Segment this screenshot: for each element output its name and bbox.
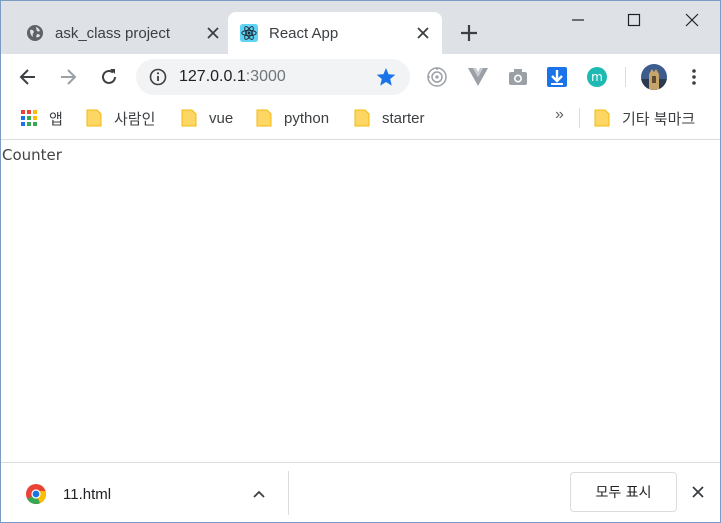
folder-icon <box>256 109 272 127</box>
bookmark-folder-starter[interactable]: starter <box>354 107 425 129</box>
bookmark-label: 기타 북마크 <box>622 110 696 128</box>
show-all-downloads-button[interactable]: 모두 표시 <box>570 472 677 512</box>
vue-devtools-icon <box>468 68 488 86</box>
browser-menu-button[interactable] <box>680 63 708 91</box>
new-tab-button[interactable] <box>458 22 480 44</box>
close-tab-icon[interactable] <box>414 24 432 42</box>
address-bar[interactable]: 127.0.0.1:3000 <box>136 59 410 95</box>
tab-strip: ask_class project React App <box>0 0 721 54</box>
reload-icon <box>102 69 116 84</box>
tab-react-app[interactable]: React App <box>228 12 442 54</box>
close-tab-icon[interactable] <box>204 24 222 42</box>
m-extension-button[interactable]: m <box>585 65 609 89</box>
target-extension-icon <box>427 67 447 87</box>
minimize-button[interactable] <box>566 8 590 32</box>
bookmarks-bar: 앱 사람인 vue python starter » 기타 북마크 <box>0 100 721 140</box>
svg-text:m: m <box>591 70 603 84</box>
maximize-button[interactable] <box>622 8 646 32</box>
maximize-icon <box>627 13 641 27</box>
browser-toolbar: 127.0.0.1:3000 m <box>0 54 721 100</box>
vue-devtools-button[interactable] <box>466 65 490 89</box>
avatar-icon <box>641 64 667 90</box>
download-shelf: 11.html 모두 표시 <box>0 462 721 523</box>
chrome-file-icon <box>26 484 47 505</box>
close-icon <box>692 486 704 498</box>
minimize-icon <box>572 19 584 21</box>
tab-title: React App <box>269 24 339 42</box>
toolbar-divider <box>625 67 626 87</box>
window-close-button[interactable] <box>680 8 704 32</box>
close-download-shelf-button[interactable] <box>687 481 709 503</box>
bookmark-apps[interactable]: 앱 <box>21 107 63 129</box>
bookmark-label: starter <box>382 109 425 127</box>
chevron-up-icon <box>253 490 265 498</box>
folder-icon <box>181 109 197 127</box>
bookmark-folder-vue[interactable]: vue <box>181 107 233 129</box>
back-arrow-icon <box>19 69 35 85</box>
counter-text: Counter <box>2 146 62 164</box>
bookmark-star-icon[interactable] <box>375 66 397 88</box>
download-options-button[interactable] <box>247 482 271 506</box>
more-vertical-icon <box>692 69 696 85</box>
url-host: 127.0.0.1 <box>179 68 246 85</box>
close-icon <box>685 13 699 27</box>
url-port: :3000 <box>245 68 286 85</box>
info-icon[interactable] <box>149 68 167 86</box>
bookmarks-overflow-button[interactable]: » <box>555 106 564 124</box>
download-file-name: 11.html <box>63 485 112 503</box>
bookmark-folder-python[interactable]: python <box>256 107 329 129</box>
globe-icon <box>26 24 44 42</box>
profile-avatar[interactable] <box>640 63 668 91</box>
bookmark-label: vue <box>209 109 234 127</box>
download-item[interactable]: 11.html <box>20 473 285 515</box>
bookmark-label: 앱 <box>49 110 63 128</box>
tab-ask-class-project[interactable]: ask_class project <box>12 12 224 54</box>
react-logo-icon <box>240 24 258 42</box>
plus-icon <box>461 25 477 41</box>
folder-icon <box>86 109 102 127</box>
tab-title: ask_class project <box>55 24 171 42</box>
bookmark-label: python <box>284 109 330 127</box>
download-divider <box>288 471 289 515</box>
download-extension-icon <box>547 67 567 87</box>
bookmark-folder-saramin[interactable]: 사람인 <box>86 107 155 129</box>
page-content: Counter <box>1 141 720 462</box>
folder-icon <box>594 109 610 127</box>
forward-button[interactable] <box>54 63 82 91</box>
camera-extension-button[interactable] <box>506 65 530 89</box>
reload-button[interactable] <box>95 63 123 91</box>
camera-extension-icon <box>509 69 527 85</box>
forward-arrow-icon <box>61 69 77 85</box>
target-extension-button[interactable] <box>425 65 449 89</box>
bookmark-folder-other[interactable]: 기타 북마크 <box>594 107 695 129</box>
url-text: 127.0.0.1:3000 <box>179 68 286 86</box>
back-button[interactable] <box>14 63 42 91</box>
folder-icon <box>354 109 370 127</box>
m-extension-icon: m <box>587 67 607 87</box>
apps-grid-icon <box>21 110 37 126</box>
bookmarks-divider <box>579 108 580 128</box>
download-extension-button[interactable] <box>545 65 569 89</box>
bookmark-label: 사람인 <box>114 110 156 128</box>
